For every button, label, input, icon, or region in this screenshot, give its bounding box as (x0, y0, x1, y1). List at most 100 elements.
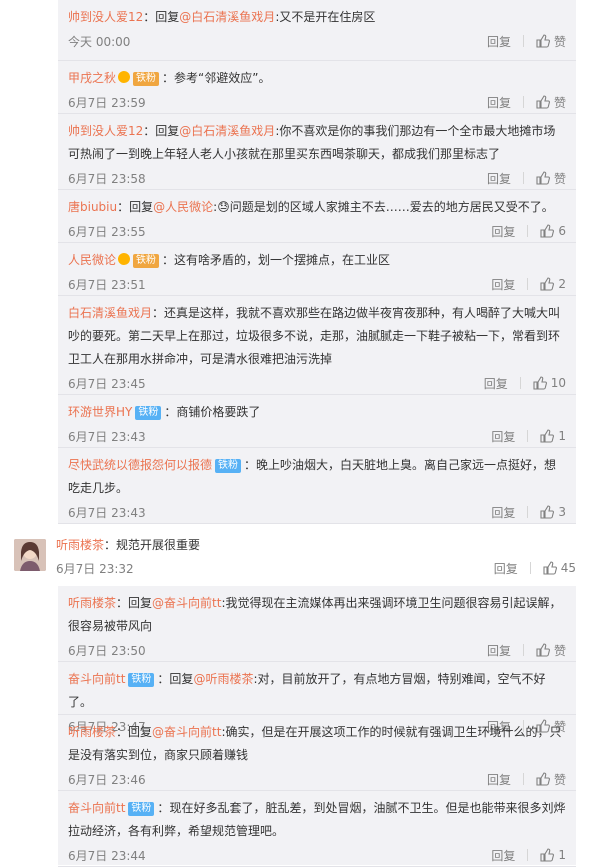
timestamp: 6月7日 23:46 (68, 772, 146, 787)
reply-item: 听雨楼茶：回复@奋斗向前tt:确实，但是在开展这项工作的时候就有强调卫生环境什么… (58, 715, 576, 791)
reply-button[interactable]: 回复 (491, 428, 515, 445)
reply-prefix: ： (244, 458, 257, 472)
commenter-name[interactable]: 听雨楼茶 (56, 538, 104, 552)
fan-badge: 铁粉 (128, 673, 155, 687)
reply-button[interactable]: 回复 (487, 94, 511, 111)
reply-button[interactable]: 回复 (491, 847, 515, 864)
thumbs-up-icon (533, 376, 547, 390)
like-count: 6 (558, 224, 566, 238)
reply-prefix: ： (164, 405, 177, 419)
reply-user-name[interactable]: 环游世界HY (68, 405, 132, 419)
like-button[interactable]: 10 (533, 376, 566, 390)
fan-badge: 铁粉 (133, 254, 160, 268)
reply-prefix: ： (162, 71, 175, 85)
reply-user-name[interactable]: 奋斗向前tt (68, 801, 125, 815)
divider (522, 35, 524, 47)
reply-user-name[interactable]: 奋斗向前tt (68, 672, 125, 686)
comment-text: ：规范开展很重要 (104, 538, 201, 552)
top-comment: 听雨楼茶：规范开展很重要 6月7日 23:32 回复 45 (14, 533, 576, 579)
thumbs-up-icon (540, 848, 555, 862)
like-button[interactable]: 1 (540, 848, 566, 862)
reply-user-name[interactable]: 白石清溪鱼戏月 (68, 306, 152, 320)
timestamp: 6月7日 23:55 (68, 224, 146, 239)
reply-prefix: ：回复 (143, 10, 180, 24)
divider (522, 773, 524, 785)
fan-badge: 铁粉 (128, 802, 155, 816)
reply-user-name[interactable]: 唐biubiu (68, 200, 117, 214)
thumbs-up-icon (543, 561, 557, 575)
reply-button[interactable]: 回复 (487, 33, 511, 50)
reply-prefix: ：回复 (116, 596, 153, 610)
like-button[interactable]: 2 (540, 277, 566, 291)
timestamp: 6月7日 23:58 (68, 171, 146, 186)
mention-link[interactable]: @听雨楼茶 (193, 672, 253, 686)
like-button[interactable]: 3 (540, 505, 566, 519)
reply-item: 白石清溪鱼戏月：还真是这样，我就不喜欢那些在路边做半夜宵夜那种，有人喝醉了大喊大… (58, 296, 576, 395)
thumbs-up-icon (540, 505, 555, 519)
reply-prefix: ： (162, 253, 175, 267)
timestamp: 6月7日 23:51 (68, 277, 146, 292)
reply-item: 唐biubiu：回复@人民微论:😓问题是划的区域人家摊主不去……爱去的地方居民又… (58, 190, 576, 243)
reply-item: 人民微论 铁粉 ：这有啥矛盾的，划一个摆摊点，在工业区 6月7日 23:51 回复 2 (58, 243, 576, 296)
reply-prefix: ：回复 (143, 124, 180, 138)
vip-icon (118, 71, 131, 83)
like-count: 1 (558, 848, 566, 862)
reply-prefix: ： (152, 306, 165, 320)
reply-text: 这有啥矛盾的，划一个摆摊点，在工业区 (174, 253, 391, 267)
mention-link[interactable]: @奋斗向前tt (152, 725, 221, 739)
like-button[interactable]: 赞 (536, 642, 566, 659)
reply-user-name[interactable]: 尽快武统以德报怨何以报德 (68, 458, 212, 472)
like-count: 赞 (553, 772, 566, 787)
like-button[interactable]: 45 (543, 561, 576, 575)
reply-button[interactable]: 回复 (484, 375, 508, 392)
like-count: 2 (558, 277, 566, 291)
divider (519, 377, 521, 389)
reply-user-name[interactable]: 听雨楼茶 (68, 725, 116, 739)
reply-button[interactable]: 回复 (491, 223, 515, 240)
reply-item: 奋斗向前tt 铁粉 ：回复@听雨楼茶:对，目前放开了，有点地方冒烟，特别难闻，空气不… (58, 662, 576, 734)
reply-user-name[interactable]: 帅到没人爱12 (68, 124, 143, 138)
reply-user-name[interactable]: 甲戌之秋 (68, 71, 116, 85)
like-button[interactable]: 1 (540, 429, 566, 443)
mention-link[interactable]: @人民微论 (153, 200, 213, 214)
reply-button[interactable]: 回复 (494, 560, 518, 577)
like-count: 10 (550, 376, 566, 390)
reply-prefix: ： (157, 801, 170, 815)
thumbs-up-icon (540, 277, 555, 291)
like-count: 赞 (553, 171, 566, 186)
mention-link[interactable]: @白石清溪鱼戏月 (179, 10, 275, 24)
thumbs-up-icon (536, 95, 550, 109)
mention-link[interactable]: @奋斗向前tt (152, 596, 221, 610)
thumbs-up-icon (536, 772, 550, 786)
timestamp: 6月7日 23:43 (68, 505, 146, 520)
reply-button[interactable]: 回复 (491, 276, 515, 293)
divider (527, 430, 529, 442)
reply-prefix: ：回复 (116, 725, 153, 739)
like-count: 3 (558, 505, 566, 519)
reply-user-name[interactable]: 人民微论 (68, 253, 116, 267)
reply-button[interactable]: 回复 (487, 771, 511, 788)
like-button[interactable]: 赞 (536, 771, 566, 788)
reply-item: 环游世界HY 铁粉 ：商铺价格要跌了 6月7日 23:43 回复 1 (58, 395, 576, 448)
reply-item: 奋斗向前tt 铁粉 ：现在好多乱套了，脏乱差，到处冒烟，油腻不卫生。但是也能带来很多… (58, 791, 576, 867)
reply-prefix: ：回复 (157, 672, 194, 686)
like-button[interactable]: 赞 (536, 94, 566, 111)
divider (529, 562, 531, 574)
like-button[interactable]: 6 (540, 224, 566, 238)
avatar[interactable] (14, 539, 46, 571)
like-count: 1 (558, 429, 566, 443)
reply-button[interactable]: 回复 (491, 504, 515, 521)
reply-text: :又不是开在住房区 (275, 10, 376, 24)
divider (527, 225, 529, 237)
like-button[interactable]: 赞 (536, 33, 566, 50)
reply-button[interactable]: 回复 (487, 170, 511, 187)
fan-badge: 铁粉 (215, 459, 242, 473)
reply-user-name[interactable]: 听雨楼茶 (68, 596, 116, 610)
reply-user-name[interactable]: 帅到没人爱12 (68, 10, 143, 24)
like-count: 赞 (553, 34, 566, 49)
fan-badge: 铁粉 (133, 72, 160, 86)
reply-prefix: ：回复 (117, 200, 154, 214)
mention-link[interactable]: @白石清溪鱼戏月 (179, 124, 275, 138)
like-button[interactable]: 赞 (536, 170, 566, 187)
reply-button[interactable]: 回复 (487, 642, 511, 659)
